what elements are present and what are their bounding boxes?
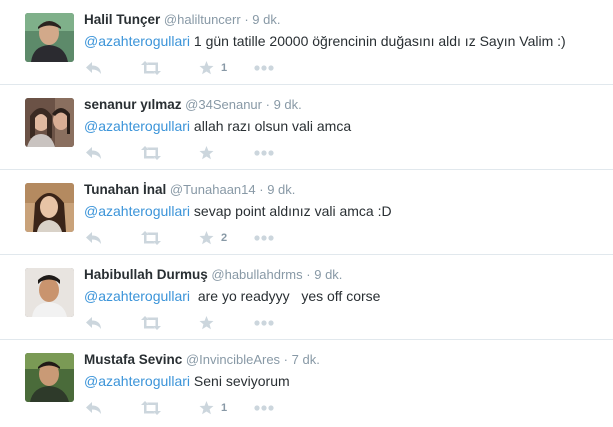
author-username[interactable]: @InvincibleAres — [186, 352, 280, 367]
tweet-text: @azahterogullari sevap point aldınız val… — [84, 201, 392, 221]
star-icon — [199, 231, 214, 245]
timestamp[interactable]: 7 dk. — [292, 352, 320, 367]
favorite-button[interactable]: 1 — [199, 398, 227, 418]
retweet-button[interactable] — [141, 143, 161, 163]
tweet-actions: 1 — [86, 398, 386, 418]
avatar[interactable] — [25, 183, 74, 232]
favorite-count: 1 — [221, 62, 228, 74]
reply-button[interactable] — [86, 398, 102, 418]
tweet[interactable]: senanur yılmaz @34Senanur · 9 dk. @azaht… — [0, 85, 613, 170]
tweet-body: are yo readyyy yes off corse — [190, 288, 381, 304]
reply-button[interactable] — [86, 143, 102, 163]
retweet-button[interactable] — [141, 313, 161, 333]
more-icon — [254, 65, 274, 71]
favorite-button[interactable]: 1 — [199, 58, 227, 78]
more-icon — [254, 405, 274, 411]
tweet[interactable]: Tunahan İnal @Tunahaan14 · 9 dk. @azahte… — [0, 170, 613, 255]
tweet-header: Habibullah Durmuş @habullahdrms · 9 dk. — [84, 266, 342, 284]
star-icon — [199, 61, 214, 75]
reply-icon — [86, 62, 101, 74]
separator: · — [265, 97, 270, 112]
favorite-count: 1 — [221, 402, 228, 414]
tweet-body: allah razı olsun vali amca — [190, 118, 352, 134]
separator: · — [259, 182, 264, 197]
tweet-body: 1 gün tatille 20000 öğrencinin duğasını … — [190, 33, 566, 49]
tweet-header: senanur yılmaz @34Senanur · 9 dk. — [84, 96, 302, 114]
separator: · — [306, 267, 311, 282]
author-username[interactable]: @haliltuncerr — [164, 12, 241, 27]
mention-link[interactable]: @azahterogullari — [84, 373, 190, 389]
tweet-body: sevap point aldınız vali amca :D — [190, 203, 392, 219]
mention-link[interactable]: @azahterogullari — [84, 288, 190, 304]
tweet-header: Halil Tunçer @haliltuncerr · 9 dk. — [84, 11, 280, 29]
author-username[interactable]: @Tunahaan14 — [170, 182, 256, 197]
retweet-icon — [141, 231, 161, 245]
tweet-header: Mustafa Sevinc @InvincibleAres · 7 dk. — [84, 351, 320, 369]
more-button[interactable] — [254, 58, 274, 78]
separator: · — [283, 352, 289, 367]
author-name[interactable]: Halil Tunçer — [84, 12, 160, 27]
tweet-text: @azahterogullari are yo readyyy yes off … — [84, 286, 380, 306]
reply-icon — [86, 317, 101, 329]
favorite-button[interactable] — [199, 143, 221, 163]
retweet-button[interactable] — [141, 228, 161, 248]
reply-button[interactable] — [86, 58, 102, 78]
tweet-body: Seni seviyorum — [190, 373, 290, 389]
reply-button[interactable] — [86, 228, 102, 248]
reply-icon — [86, 232, 101, 244]
avatar[interactable] — [25, 268, 74, 317]
author-name[interactable]: Mustafa Sevinc — [84, 352, 182, 367]
avatar[interactable] — [25, 98, 74, 147]
star-icon — [199, 401, 214, 415]
avatar[interactable] — [25, 353, 74, 402]
favorite-button[interactable]: 2 — [199, 228, 227, 248]
tweet-actions: 1 — [86, 58, 386, 78]
avatar[interactable] — [25, 13, 74, 62]
reply-button[interactable] — [86, 313, 102, 333]
retweet-button[interactable] — [141, 398, 161, 418]
author-username[interactable]: @habullahdrms — [211, 267, 302, 282]
author-name[interactable]: Habibullah Durmuş — [84, 267, 208, 282]
tweet[interactable]: Halil Tunçer @haliltuncerr · 9 dk. @azah… — [0, 0, 613, 85]
more-icon — [254, 320, 274, 326]
retweet-icon — [141, 61, 161, 75]
retweet-icon — [141, 401, 161, 415]
more-button[interactable] — [254, 228, 274, 248]
tweet-actions: 2 — [86, 228, 386, 248]
reply-icon — [86, 147, 101, 159]
author-name[interactable]: senanur yılmaz — [84, 97, 182, 112]
mention-link[interactable]: @azahterogullari — [84, 118, 190, 134]
tweet-text: @azahterogullari 1 gün tatille 20000 öğr… — [84, 31, 566, 51]
retweet-button[interactable] — [141, 58, 161, 78]
more-icon — [254, 150, 274, 156]
more-button[interactable] — [254, 143, 274, 163]
tweet-text: @azahterogullari Seni seviyorum — [84, 371, 290, 391]
retweet-icon — [141, 146, 161, 160]
timestamp[interactable]: 9 dk. — [314, 267, 342, 282]
tweet[interactable]: Mustafa Sevinc @InvincibleAres · 7 dk. @… — [0, 340, 613, 425]
timestamp[interactable]: 9 dk. — [252, 12, 280, 27]
favorite-button[interactable] — [199, 313, 221, 333]
star-icon — [199, 146, 214, 160]
tweet-actions — [86, 313, 386, 333]
timestamp[interactable]: 9 dk. — [274, 97, 302, 112]
author-name[interactable]: Tunahan İnal — [84, 182, 166, 197]
more-icon — [254, 235, 274, 241]
author-username[interactable]: @34Senanur — [185, 97, 262, 112]
reply-icon — [86, 402, 101, 414]
tweet-timeline: Halil Tunçer @haliltuncerr · 9 dk. @azah… — [0, 0, 613, 427]
tweet-header: Tunahan İnal @Tunahaan14 · 9 dk. — [84, 181, 295, 199]
more-button[interactable] — [254, 398, 274, 418]
retweet-icon — [141, 316, 161, 330]
timestamp[interactable]: 9 dk. — [267, 182, 295, 197]
more-button[interactable] — [254, 313, 274, 333]
tweet-text: @azahterogullari allah razı olsun vali a… — [84, 116, 351, 136]
mention-link[interactable]: @azahterogullari — [84, 33, 190, 49]
favorite-count: 2 — [221, 232, 228, 244]
separator: · — [244, 12, 249, 27]
star-icon — [199, 316, 214, 330]
tweet[interactable]: Habibullah Durmuş @habullahdrms · 9 dk. … — [0, 255, 613, 340]
mention-link[interactable]: @azahterogullari — [84, 203, 190, 219]
tweet-actions — [86, 143, 386, 163]
